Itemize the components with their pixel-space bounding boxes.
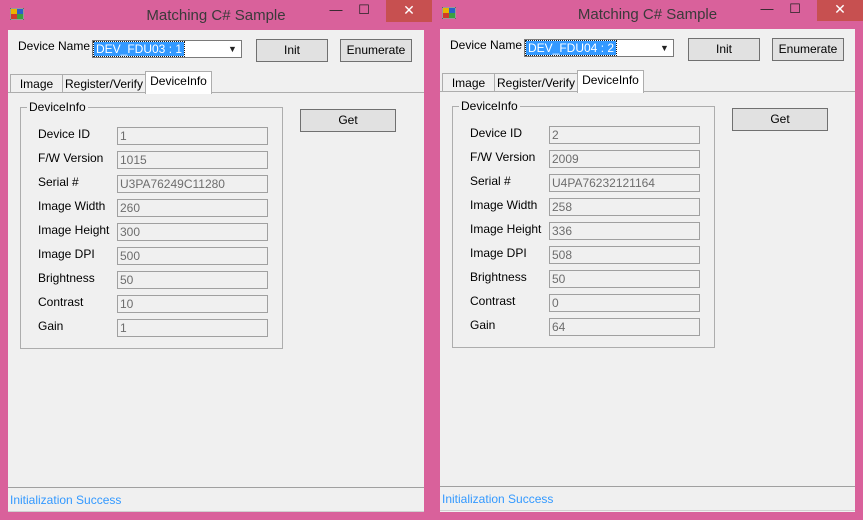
title-bar[interactable]: Matching C# Sample — ☐ ✕ [0, 0, 432, 30]
serial-label: Serial # [470, 174, 511, 188]
status-bar: Initialization Success [8, 487, 424, 512]
deviceinfo-panel: DeviceInfo Device ID 2 F/W Version 2009 … [440, 91, 855, 475]
gain-label: Gain [38, 319, 64, 333]
contrast-field[interactable]: 0 [549, 294, 700, 312]
get-button[interactable]: Get [732, 108, 828, 131]
serial-field[interactable]: U3PA76249C11280 [117, 175, 268, 193]
device-name-label: Device Name [18, 39, 91, 53]
serial-label: Serial # [38, 175, 79, 189]
window-right: Matching C# Sample — ☐ ✕ Device Name DEV… [432, 0, 863, 520]
status-bar: Initialization Success [440, 486, 855, 511]
image-width-label: Image Width [470, 198, 538, 212]
close-icon: ✕ [834, 1, 846, 17]
groupbox-title: DeviceInfo [459, 99, 520, 113]
minimize-icon: — [760, 1, 774, 16]
image-dpi-label: Image DPI [470, 246, 527, 260]
status-message: Initialization Success [442, 492, 554, 506]
tab-register-verify[interactable]: Register/Verify [494, 73, 578, 92]
brightness-field[interactable]: 50 [117, 271, 268, 289]
minimize-button[interactable]: — [753, 0, 781, 21]
image-dpi-field[interactable]: 500 [117, 247, 268, 265]
fw-version-label: F/W Version [38, 151, 104, 165]
maximize-button[interactable]: ☐ [350, 0, 378, 22]
device-id-field[interactable]: 2 [549, 126, 700, 144]
brightness-label: Brightness [470, 270, 527, 284]
tab-deviceinfo[interactable]: DeviceInfo [145, 71, 212, 94]
contrast-label: Contrast [470, 294, 516, 308]
device-id-label: Device ID [38, 127, 91, 141]
status-message: Initialization Success [10, 493, 122, 507]
image-height-field[interactable]: 336 [549, 222, 700, 240]
tab-image[interactable]: Image [10, 74, 63, 93]
window-left: Matching C# Sample — ☐ ✕ Device Name DEV… [0, 0, 432, 520]
tab-deviceinfo[interactable]: DeviceInfo [577, 70, 644, 93]
init-button[interactable]: Init [256, 39, 328, 62]
image-width-field[interactable]: 258 [549, 198, 700, 216]
device-name-combobox[interactable]: DEV_FDU04 : 2 ▼ [524, 39, 674, 57]
image-width-field[interactable]: 260 [117, 199, 268, 217]
image-height-label: Image Height [38, 223, 110, 237]
enumerate-button[interactable]: Enumerate [772, 38, 844, 61]
device-name-label: Device Name [450, 38, 523, 52]
get-button[interactable]: Get [300, 109, 396, 132]
brightness-label: Brightness [38, 271, 95, 285]
close-button[interactable]: ✕ [386, 0, 432, 22]
gain-label: Gain [470, 318, 496, 332]
minimize-button[interactable]: — [322, 0, 350, 22]
fw-version-field[interactable]: 2009 [549, 150, 700, 168]
maximize-button[interactable]: ☐ [781, 0, 809, 21]
chevron-down-icon[interactable]: ▼ [657, 41, 672, 55]
brightness-field[interactable]: 50 [549, 270, 700, 288]
tab-image[interactable]: Image [442, 73, 495, 92]
minimize-icon: — [329, 2, 343, 17]
init-button[interactable]: Init [688, 38, 760, 61]
enumerate-button[interactable]: Enumerate [340, 39, 412, 62]
image-dpi-field[interactable]: 508 [549, 246, 700, 264]
deviceinfo-groupbox: DeviceInfo Device ID 2 F/W Version 2009 … [452, 99, 715, 348]
device-id-label: Device ID [470, 126, 523, 140]
deviceinfo-panel: DeviceInfo Device ID 1 F/W Version 1015 … [8, 92, 424, 476]
image-height-label: Image Height [470, 222, 542, 236]
title-bar[interactable]: Matching C# Sample — ☐ ✕ [432, 0, 863, 29]
fw-version-label: F/W Version [470, 150, 536, 164]
chevron-down-icon[interactable]: ▼ [225, 42, 240, 56]
maximize-icon: ☐ [358, 2, 370, 17]
maximize-icon: ☐ [789, 1, 801, 16]
contrast-field[interactable]: 10 [117, 295, 268, 313]
tab-register-verify[interactable]: Register/Verify [62, 74, 146, 93]
close-icon: ✕ [403, 2, 415, 18]
client-area: Device Name DEV_FDU04 : 2 ▼ Init Enumera… [440, 29, 855, 512]
gain-field[interactable]: 1 [117, 319, 268, 337]
image-dpi-label: Image DPI [38, 247, 95, 261]
device-name-value: DEV_FDU03 : 1 [92, 41, 186, 57]
deviceinfo-groupbox: DeviceInfo Device ID 1 F/W Version 1015 … [20, 100, 283, 349]
image-width-label: Image Width [38, 199, 106, 213]
device-id-field[interactable]: 1 [117, 127, 268, 145]
image-height-field[interactable]: 300 [117, 223, 268, 241]
contrast-label: Contrast [38, 295, 84, 309]
client-area: Device Name DEV_FDU03 : 1 ▼ Init Enumera… [8, 30, 424, 512]
fw-version-field[interactable]: 1015 [117, 151, 268, 169]
serial-field[interactable]: U4PA76232121164 [549, 174, 700, 192]
device-name-combobox[interactable]: DEV_FDU03 : 1 ▼ [92, 40, 242, 58]
close-button[interactable]: ✕ [817, 0, 863, 21]
groupbox-title: DeviceInfo [27, 100, 88, 114]
gain-field[interactable]: 64 [549, 318, 700, 336]
device-name-value: DEV_FDU04 : 2 [524, 40, 618, 56]
